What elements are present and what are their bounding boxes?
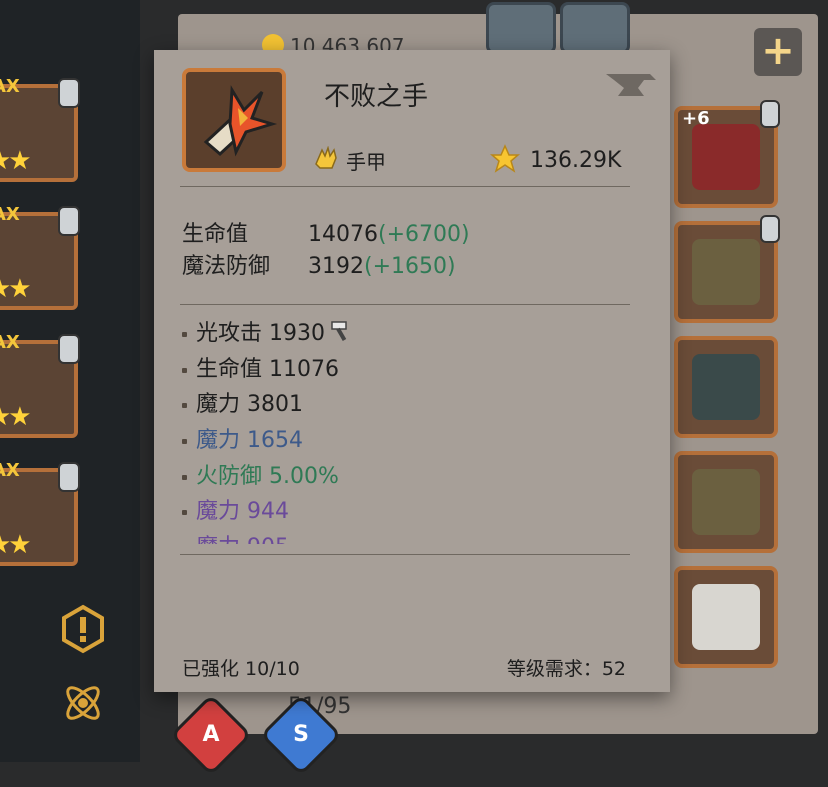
star-rating: ★★ bbox=[0, 274, 32, 304]
alert-gear-icon[interactable] bbox=[58, 604, 108, 654]
hammer-icon bbox=[331, 321, 347, 342]
divider bbox=[180, 186, 630, 187]
swap-button[interactable] bbox=[560, 2, 630, 54]
sub-stat: 魔力 3801 bbox=[182, 389, 632, 425]
divider bbox=[180, 554, 630, 555]
equipment-slot[interactable] bbox=[674, 215, 780, 323]
character-slot[interactable]: AX ★★ bbox=[0, 460, 80, 566]
upgrade-level: +6 bbox=[682, 108, 710, 129]
lock-button[interactable] bbox=[486, 2, 556, 54]
atom-icon[interactable] bbox=[58, 678, 108, 728]
lock-icon[interactable] bbox=[760, 100, 780, 128]
anvil-icon[interactable] bbox=[604, 70, 658, 100]
character-slot[interactable]: AX ★★ bbox=[0, 76, 80, 182]
bullet-icon bbox=[182, 332, 187, 337]
bullet-icon bbox=[182, 367, 187, 373]
sub-stat: 生命值 11076 bbox=[182, 354, 632, 390]
equipment-icon bbox=[692, 469, 760, 535]
main-stat-mdef: 魔法防御 3192(+1650) bbox=[182, 254, 456, 279]
star-rating: ★★ bbox=[0, 146, 32, 176]
sub-stat: 魔力 905 bbox=[182, 532, 632, 544]
equipment-icon bbox=[692, 124, 760, 190]
max-tag: AX bbox=[0, 76, 20, 97]
equipment-slot[interactable] bbox=[674, 566, 778, 668]
item-power: 136.29K bbox=[530, 148, 622, 173]
equipment-icon bbox=[692, 354, 760, 420]
star-rating: ★★ bbox=[0, 530, 32, 560]
add-button[interactable]: + bbox=[754, 28, 802, 76]
bullet-icon bbox=[182, 474, 187, 480]
enhance-status: 已强化 10/10 bbox=[182, 658, 300, 680]
equipment-icon bbox=[692, 239, 760, 305]
main-stat-hp: 生命值 14076(+6700) bbox=[182, 222, 470, 247]
item-type: 手甲 bbox=[346, 150, 386, 174]
item-tooltip: 不败之手 手甲 136.29K 生命值 14076(+6700) 魔法防御 3192… bbox=[154, 50, 670, 692]
max-tag: AX bbox=[0, 332, 20, 353]
equipment-icon bbox=[692, 584, 760, 650]
lock-icon[interactable] bbox=[58, 206, 80, 236]
divider bbox=[180, 304, 630, 305]
equipment-slot[interactable]: +6 bbox=[674, 100, 780, 208]
lock-icon[interactable] bbox=[58, 78, 80, 108]
bullet-icon bbox=[182, 403, 187, 409]
star-rating: ★★ bbox=[0, 402, 32, 432]
gauntlet-art-icon bbox=[203, 85, 278, 157]
max-tag: AX bbox=[0, 460, 20, 481]
gauntlet-icon bbox=[315, 146, 337, 169]
bullet-icon bbox=[182, 510, 187, 516]
lock-icon[interactable] bbox=[760, 215, 780, 243]
star-icon bbox=[490, 144, 520, 173]
bullet-icon bbox=[182, 439, 187, 445]
character-slot[interactable]: AX ★★ bbox=[0, 204, 80, 310]
level-requirement: 等级需求：52 bbox=[506, 658, 626, 680]
sub-stat: 光攻击 1930 bbox=[182, 318, 632, 354]
sub-stat: 魔力 1654 bbox=[182, 425, 632, 461]
item-title: 不败之手 bbox=[324, 82, 429, 112]
equipment-slot[interactable] bbox=[674, 336, 778, 438]
max-tag: AX bbox=[0, 204, 20, 225]
item-thumbnail bbox=[182, 68, 286, 172]
lock-icon[interactable] bbox=[58, 462, 80, 492]
equipment-slot[interactable] bbox=[674, 451, 778, 553]
sub-stat-list[interactable]: 光攻击 1930 生命值 11076 魔力 3801 魔力 1654 火防御 5.00%… bbox=[182, 318, 632, 544]
character-slot[interactable]: AX ★★ bbox=[0, 332, 80, 438]
sub-stat: 火防御 5.00% bbox=[182, 461, 632, 497]
sub-stat: 魔力 944 bbox=[182, 496, 632, 532]
lock-icon[interactable] bbox=[58, 334, 80, 364]
